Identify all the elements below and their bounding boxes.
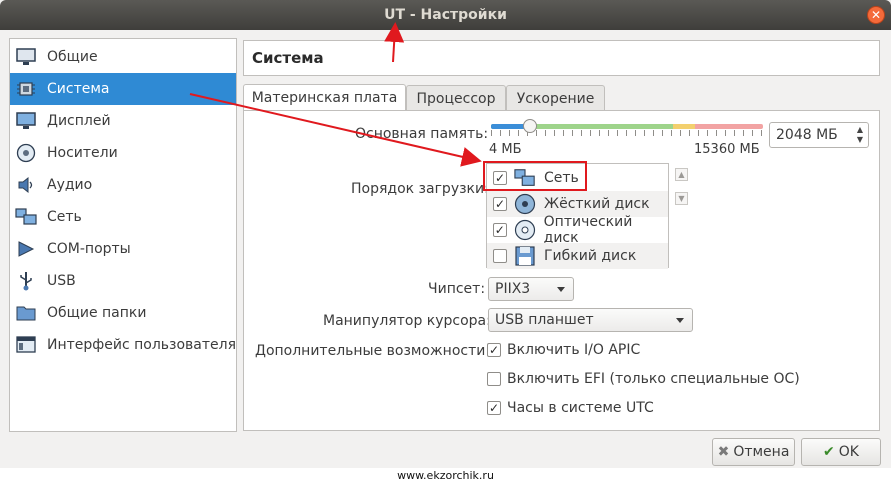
chip-icon bbox=[15, 78, 37, 100]
ok-label: OK bbox=[838, 444, 859, 460]
watermark: www.ekzorchik.ru bbox=[0, 468, 891, 484]
chipset-label: Чипсет: bbox=[428, 281, 486, 297]
chipset-value: PIIX3 bbox=[495, 281, 531, 297]
title-bar: UT - Настройки ✕ bbox=[0, 0, 891, 30]
sidebar-item-general[interactable]: Общие bbox=[10, 41, 236, 73]
floppy-disk-icon bbox=[514, 245, 536, 267]
memory-min-label: 4 МБ bbox=[489, 142, 522, 157]
utc-clock-option[interactable]: ✓ Часы в системе UTC bbox=[487, 398, 654, 418]
boot-checkbox[interactable] bbox=[493, 249, 507, 263]
pointing-device-select[interactable]: USB планшет bbox=[488, 308, 693, 332]
page-header: Система bbox=[243, 40, 880, 76]
tab-acceleration[interactable]: Ускорение bbox=[506, 85, 605, 112]
boot-checkbox[interactable]: ✓ bbox=[493, 223, 507, 237]
memory-label: Основная память: bbox=[355, 126, 489, 142]
sidebar-item-label: Общие папки bbox=[47, 305, 147, 321]
move-up-button[interactable]: ▲ bbox=[675, 168, 688, 181]
chevron-down-icon bbox=[676, 318, 684, 323]
sidebar-item-network[interactable]: Сеть bbox=[10, 201, 236, 233]
sidebar-item-user-interface[interactable]: Интерфейс пользователя bbox=[10, 329, 236, 361]
boot-item-label: Жёсткий диск bbox=[544, 196, 650, 212]
tab-label: Ускорение bbox=[516, 91, 595, 107]
sidebar-item-label: Интерфейс пользователя bbox=[47, 337, 237, 353]
folder-icon bbox=[15, 302, 37, 324]
sidebar-item-label: COM-порты bbox=[47, 241, 131, 257]
sidebar-item-label: Дисплей bbox=[47, 113, 111, 129]
efi-checkbox[interactable] bbox=[487, 372, 501, 386]
sidebar-item-label: USB bbox=[47, 273, 76, 289]
efi-option[interactable]: Включить EFI (только специальные ОС) bbox=[487, 369, 800, 389]
boot-item-optical-disk[interactable]: ✓ Оптический диск bbox=[487, 214, 668, 246]
sidebar-item-audio[interactable]: Аудио bbox=[10, 169, 236, 201]
boot-order-label: Порядок загрузки: bbox=[351, 181, 489, 197]
tab-processor[interactable]: Процессор bbox=[406, 85, 506, 112]
utc-clock-label: Часы в системе UTC bbox=[507, 400, 654, 416]
spin-arrows-icon[interactable]: ▲ ▼ bbox=[854, 125, 866, 145]
boot-checkbox[interactable]: ✓ bbox=[493, 197, 507, 211]
sidebar-item-label: Сеть bbox=[47, 209, 82, 225]
memory-max-label: 15360 МБ bbox=[694, 142, 760, 157]
disc-icon bbox=[15, 142, 37, 164]
annotation-highlight-box bbox=[483, 161, 587, 191]
pointing-device-label: Манипулятор курсора: bbox=[323, 313, 491, 329]
sidebar-item-label: Система bbox=[47, 81, 110, 97]
chevron-down-icon bbox=[557, 287, 565, 292]
pointing-device-value: USB планшет bbox=[495, 312, 594, 328]
ok-button[interactable]: ✔ OK bbox=[801, 438, 881, 466]
utc-clock-checkbox[interactable]: ✓ bbox=[487, 401, 501, 415]
optical-disk-icon bbox=[514, 219, 536, 241]
cancel-icon: ✖ bbox=[717, 444, 730, 460]
boot-item-label: Оптический диск bbox=[543, 214, 633, 246]
settings-sidebar: Общие Система Дисплей Носители Аудио Сет… bbox=[9, 38, 237, 432]
sidebar-item-label: Общие bbox=[47, 49, 98, 65]
tab-label: Материнская плата bbox=[251, 90, 398, 106]
sidebar-item-label: Аудио bbox=[47, 177, 93, 193]
sidebar-item-system[interactable]: Система bbox=[10, 73, 236, 105]
io-apic-label: Включить I/O APIC bbox=[507, 342, 641, 358]
sidebar-item-label: Носители bbox=[47, 145, 118, 161]
tab-motherboard[interactable]: Материнская плата bbox=[243, 84, 406, 112]
cancel-label: Отмена bbox=[733, 444, 790, 460]
window-title: UT - Настройки bbox=[384, 7, 507, 23]
sidebar-item-storage[interactable]: Носители bbox=[10, 137, 236, 169]
memory-slider-handle[interactable] bbox=[523, 119, 537, 133]
settings-window: UT - Настройки ✕ Общие Система Дисплей Н… bbox=[0, 0, 891, 468]
io-apic-checkbox[interactable]: ✓ bbox=[487, 343, 501, 357]
ui-icon bbox=[15, 334, 37, 356]
check-icon: ✔ bbox=[823, 444, 835, 460]
sidebar-item-usb[interactable]: USB bbox=[10, 265, 236, 297]
io-apic-option[interactable]: ✓ Включить I/O APIC bbox=[487, 340, 640, 360]
usb-icon bbox=[15, 270, 37, 292]
cancel-button[interactable]: ✖ Отмена bbox=[712, 438, 795, 466]
extended-features-label: Дополнительные возможности: bbox=[255, 343, 491, 359]
memory-spinbox[interactable]: 2048 МБ ▲ ▼ bbox=[769, 122, 869, 148]
move-down-button[interactable]: ▼ bbox=[675, 192, 688, 205]
monitor-icon bbox=[15, 46, 37, 68]
hard-disk-icon bbox=[514, 193, 536, 215]
tab-label: Процессор bbox=[416, 91, 496, 107]
boot-item-label: Гибкий диск bbox=[544, 248, 637, 264]
close-button[interactable]: ✕ bbox=[867, 6, 885, 24]
display-icon bbox=[15, 110, 37, 132]
serial-port-icon bbox=[15, 238, 37, 260]
network-icon bbox=[15, 206, 37, 228]
chipset-select[interactable]: PIIX3 bbox=[488, 277, 574, 301]
memory-value: 2048 МБ bbox=[776, 127, 838, 143]
speaker-icon bbox=[15, 174, 37, 196]
boot-item-floppy[interactable]: Гибкий диск bbox=[487, 243, 668, 269]
sidebar-item-shared-folders[interactable]: Общие папки bbox=[10, 297, 236, 329]
efi-label: Включить EFI (только специальные ОС) bbox=[507, 371, 800, 387]
page-title: Система bbox=[252, 49, 324, 67]
sidebar-item-display[interactable]: Дисплей bbox=[10, 105, 236, 137]
sidebar-item-com-ports[interactable]: COM-порты bbox=[10, 233, 236, 265]
